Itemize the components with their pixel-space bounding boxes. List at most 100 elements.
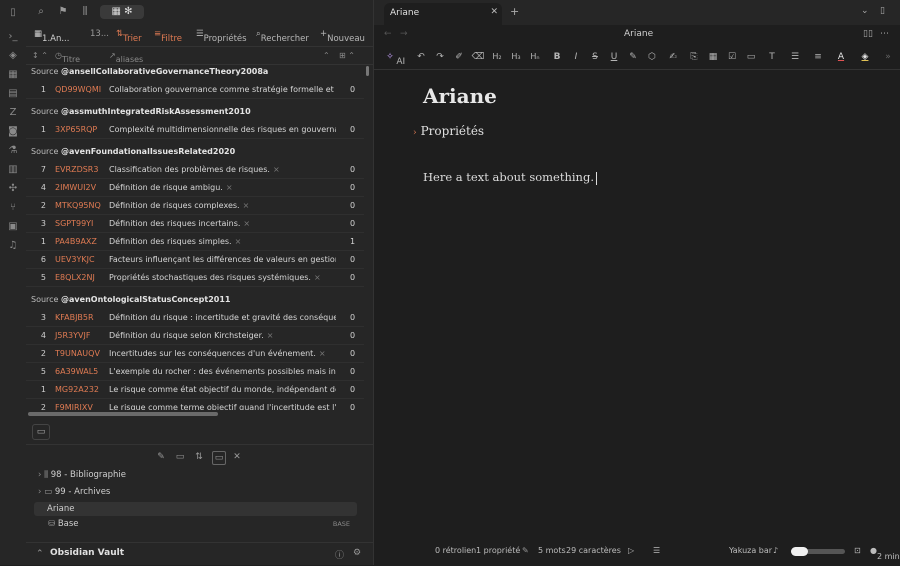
- close-tab-icon[interactable]: ✕: [490, 7, 498, 17]
- help-icon[interactable]: ⓘ: [335, 548, 344, 561]
- new-tab-icon[interactable]: +: [510, 5, 519, 18]
- row-id-link[interactable]: MTKQ95NQ: [55, 201, 101, 210]
- row-title-cell[interactable]: Complexité multidimensionnelle des risqu…: [109, 125, 336, 134]
- git-icon[interactable]: ⑂: [6, 201, 20, 215]
- kanban-icon[interactable]: ▥: [6, 163, 20, 177]
- row-title-cell[interactable]: Collaboration gouvernance comme stratégi…: [109, 85, 336, 94]
- tree-item-bibliographie[interactable]: › ⫼ 98 - Bibliographie: [38, 470, 126, 480]
- properties-toggle[interactable]: › Propriétés: [413, 124, 863, 138]
- italic-icon[interactable]: I: [569, 50, 583, 64]
- tree-item-base[interactable]: ⛁ Base BASE: [48, 519, 350, 529]
- row-id-link[interactable]: T9UNAUQV: [55, 349, 100, 358]
- bg-color-icon[interactable]: ◈: [858, 50, 872, 64]
- row-id-link[interactable]: F9MIRJXV: [55, 403, 93, 410]
- new-button[interactable]: + Nouveau: [320, 29, 365, 44]
- lock-icon[interactable]: ⊡: [854, 546, 861, 555]
- folder-icon[interactable]: ▭: [32, 424, 50, 440]
- bookmark-icon[interactable]: ⚑: [56, 5, 70, 19]
- row-title-cell[interactable]: Définition des risques simples. ×: [109, 237, 336, 246]
- row-id-link[interactable]: UEV3YKJC: [55, 255, 95, 264]
- col-aliases[interactable]: ↗ aliases: [109, 51, 143, 64]
- more-options-icon[interactable]: ⋯: [880, 29, 889, 39]
- row-title-cell[interactable]: Définition des risques incertains. ×: [109, 219, 336, 228]
- filter-button[interactable]: ≡ Filtre: [154, 29, 182, 44]
- back-icon[interactable]: ←: [384, 29, 392, 39]
- eraser-icon[interactable]: ⌫: [471, 50, 485, 64]
- table-row[interactable]: 1 PA4B9AXZ Définition des risques simples.…: [26, 233, 364, 251]
- row-title-cell[interactable]: Le risque comme état objectif du monde, …: [109, 385, 336, 394]
- table-row[interactable]: 5 6A39WAL5 L'exemple du rocher : des événe…: [26, 363, 364, 381]
- new-folder-icon[interactable]: ▭: [174, 451, 186, 463]
- remove-alias-icon[interactable]: ×: [235, 237, 242, 246]
- table-row[interactable]: 6 UEV3YKJC Facteurs influençant les différ…: [26, 251, 364, 269]
- table-vscroll[interactable]: [365, 64, 370, 410]
- sort-order-icon[interactable]: ⇅: [193, 451, 205, 463]
- row-id-link[interactable]: SGPT99YI: [55, 219, 93, 228]
- h3-icon[interactable]: H₃: [509, 50, 523, 64]
- new-note-icon[interactable]: ✎: [155, 451, 167, 463]
- row-id-link[interactable]: PA4B9AXZ: [55, 237, 97, 246]
- attachment-icon[interactable]: ⎘: [687, 50, 701, 64]
- row-title-cell[interactable]: Classification des problèmes de risques.…: [109, 165, 336, 174]
- edit-icon[interactable]: ✍: [666, 50, 680, 64]
- search-icon[interactable]: ⌕: [34, 5, 48, 19]
- layers-icon[interactable]: ◈: [6, 49, 20, 63]
- strikethrough-icon[interactable]: S: [588, 50, 602, 64]
- row-title-cell[interactable]: Facteurs influençant les différences de …: [109, 255, 336, 264]
- tab-ariane[interactable]: Ariane ✕: [384, 3, 502, 25]
- remove-alias-icon[interactable]: ×: [314, 273, 321, 282]
- table-row[interactable]: 4 2IMWUI2V Définition de risque ambigu. × 0: [26, 179, 364, 197]
- bold-icon[interactable]: B: [550, 50, 564, 64]
- table-icon[interactable]: ▣: [6, 220, 20, 234]
- chevron-down-icon[interactable]: ⌄: [861, 6, 869, 16]
- ai-button[interactable]: ✧ AI: [378, 50, 405, 67]
- table-insert-icon[interactable]: ▦: [706, 50, 720, 64]
- row-title-cell[interactable]: Définition du risque selon Kirchsteiger.…: [109, 331, 336, 340]
- table-row[interactable]: 1 3XP65RQP Complexité multidimensionnelle …: [26, 121, 364, 139]
- h2-icon[interactable]: H₂: [490, 50, 504, 64]
- row-id-link[interactable]: E8QLX2NJ: [55, 273, 95, 282]
- table-hscroll[interactable]: [28, 412, 218, 416]
- volume-icon[interactable]: ♪: [773, 546, 778, 555]
- row-title-cell[interactable]: Incertitudes sur les conséquences d'un é…: [109, 349, 336, 358]
- collapse-all-icon[interactable]: ✕: [231, 451, 243, 463]
- row-title-cell[interactable]: Définition de risques complexes. ×: [109, 201, 336, 210]
- properties-button[interactable]: ☰ Propriétés: [196, 29, 247, 44]
- row-id-link[interactable]: J5R3YVJF: [55, 331, 90, 340]
- table-row[interactable]: 4 J5R3YVJF Définition du risque selon Kirc…: [26, 327, 364, 345]
- row-title-cell[interactable]: L'exemple du rocher : des événements pos…: [109, 367, 336, 376]
- row-title-cell[interactable]: Propriétés stochastiques des risques sys…: [109, 273, 336, 282]
- calendar-icon[interactable]: ▤: [6, 87, 20, 101]
- row-id-link[interactable]: QD99WQMI: [55, 85, 101, 94]
- vault-switcher[interactable]: ⌃ Obsidian Vault ⓘ ⚙: [26, 542, 373, 566]
- forward-icon[interactable]: →: [400, 29, 408, 39]
- library-icon[interactable]: ⫼: [78, 5, 92, 19]
- row-id-link[interactable]: KFABJB5R: [55, 313, 94, 322]
- row-id-link[interactable]: 3XP65RQP: [55, 125, 97, 134]
- bases-tab-icon[interactable]: ▦ ✻: [100, 5, 144, 19]
- row-title-cell[interactable]: Le risque comme terme objectif quand l'i…: [109, 403, 336, 410]
- note-body[interactable]: Here a text about something.: [423, 170, 863, 185]
- auto-reveal-icon[interactable]: ▭: [212, 451, 226, 465]
- volume-thumb[interactable]: [791, 547, 808, 556]
- column-settings-icon[interactable]: ⊞ ⌃: [339, 51, 355, 60]
- remove-alias-icon[interactable]: ×: [226, 183, 233, 192]
- music-icon[interactable]: ♫: [6, 239, 20, 253]
- reading-view-icon[interactable]: ▯▯: [863, 29, 873, 39]
- row-title-cell[interactable]: Définition de risque ambigu. ×: [109, 183, 336, 192]
- table-row[interactable]: 7 EVRZDSR3 Classification des problèmes de…: [26, 161, 364, 179]
- row-id-link[interactable]: EVRZDSR3: [55, 165, 98, 174]
- table-row[interactable]: 3 KFABJB5R Définition du risque : incertit…: [26, 309, 364, 327]
- remove-alias-icon[interactable]: ×: [267, 331, 274, 340]
- status-backlinks[interactable]: 0 rétrolien: [435, 546, 476, 555]
- cube-icon[interactable]: ⬡: [645, 50, 659, 64]
- sort-col-icon[interactable]: ↕ ⌃: [32, 51, 48, 60]
- table-row[interactable]: 5 E8QLX2NJ Propriétés stochastiques des ri…: [26, 269, 364, 287]
- text-color-icon[interactable]: A: [834, 50, 848, 64]
- redo-icon[interactable]: ↷: [433, 50, 447, 64]
- settings-icon[interactable]: ⚙: [353, 548, 361, 558]
- expand-toolbar-icon[interactable]: »: [881, 50, 895, 64]
- flask-icon[interactable]: ⚗: [6, 144, 20, 158]
- right-sidebar-icon[interactable]: ▯: [880, 6, 885, 16]
- remove-alias-icon[interactable]: ×: [243, 201, 250, 210]
